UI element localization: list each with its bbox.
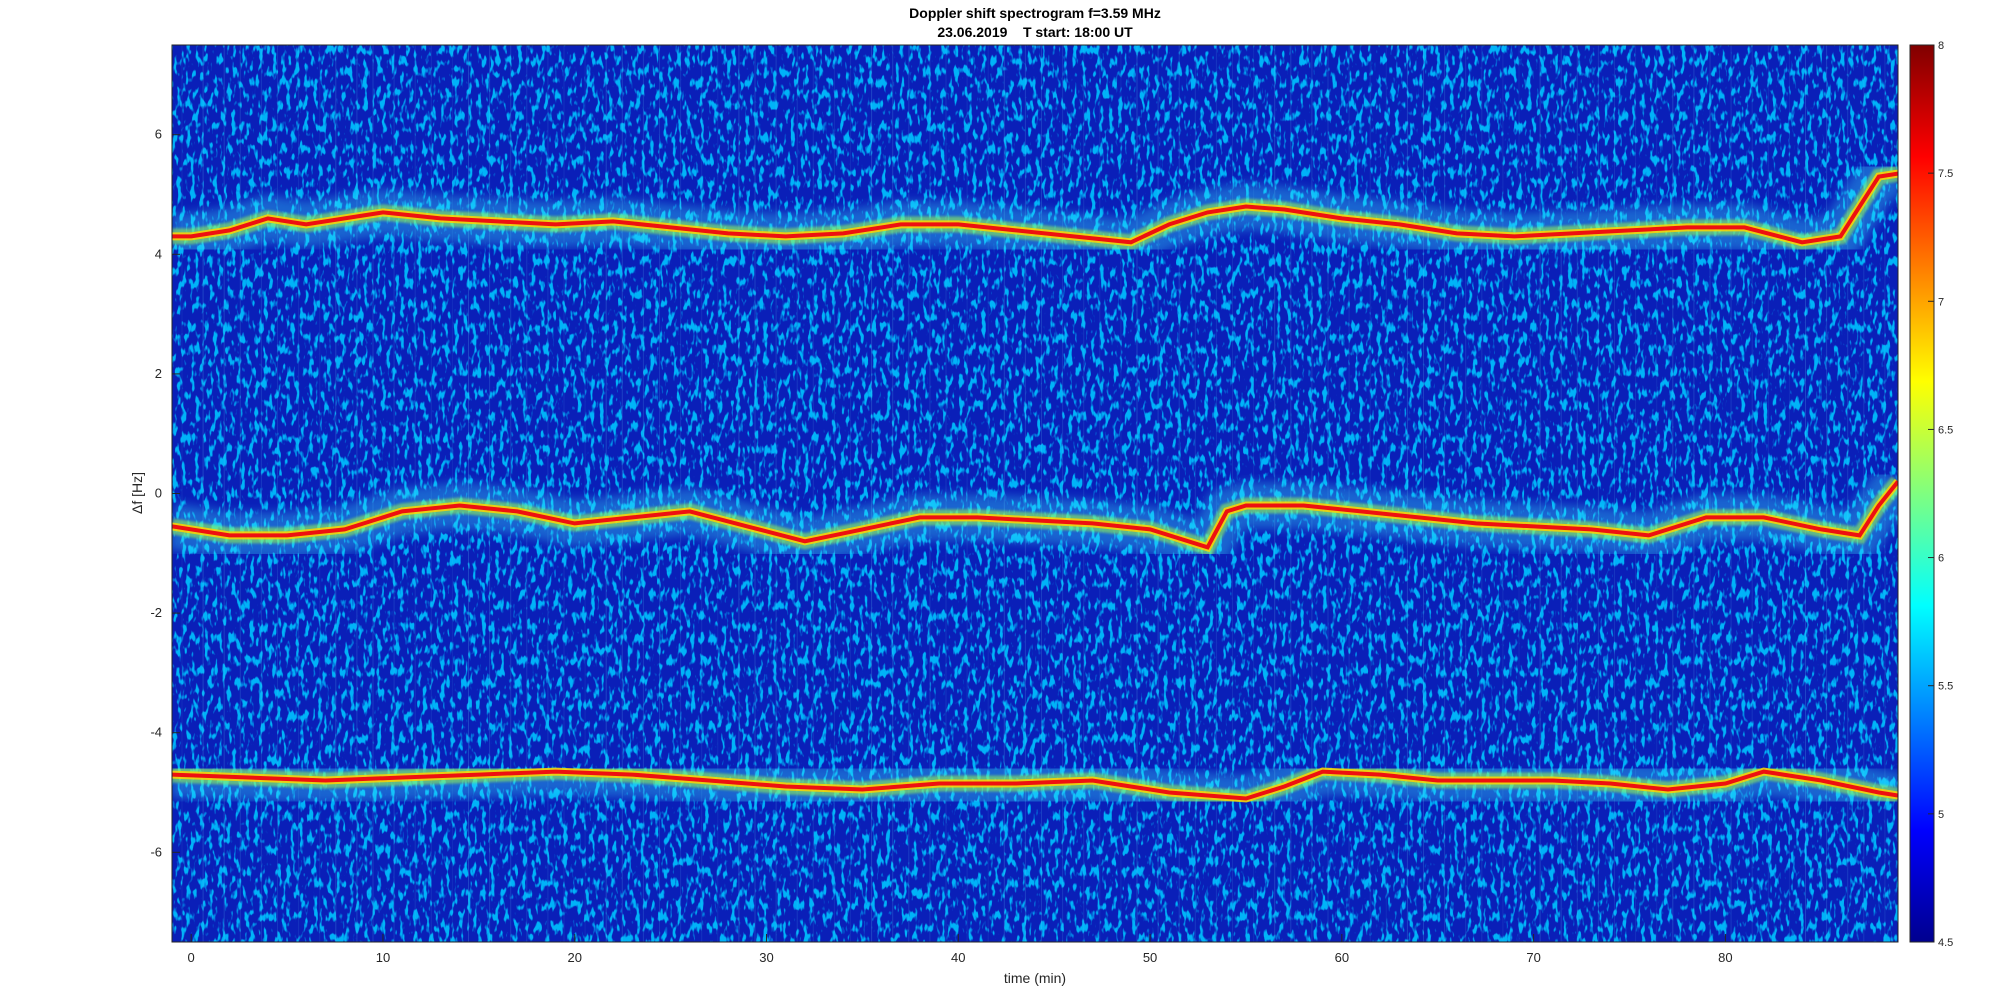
x-tick-label: 20 xyxy=(567,950,581,965)
x-axis-label: time (min) xyxy=(1004,970,1066,986)
colorbar: 4.5 5 5.5 6 6.5 7 7.5 8 xyxy=(1909,40,1953,949)
colorbar-tick-label: 5.5 xyxy=(1938,681,1953,693)
y-tick-label: 0 xyxy=(155,486,162,501)
y-tick-label: -6 xyxy=(150,844,162,859)
colorbar-tick-label: 8 xyxy=(1938,40,1944,52)
x-tick-label: 60 xyxy=(1335,950,1349,965)
y-axis-label: Δf [Hz] xyxy=(129,472,145,514)
colorbar-tick-label: 6 xyxy=(1938,553,1944,565)
x-tick-label: 80 xyxy=(1718,950,1732,965)
spectrogram-figure: Doppler shift spectrogram f=3.59 MHz 23.… xyxy=(129,5,1953,986)
colorbar-tick-label: 7 xyxy=(1938,296,1944,308)
plot-area xyxy=(172,45,1898,942)
y-tick-label: 6 xyxy=(155,127,162,142)
colorbar-tick-label: 4.5 xyxy=(1938,937,1953,949)
x-tick-label: 70 xyxy=(1526,950,1540,965)
colorbar-gradient xyxy=(1909,44,1935,943)
colorbar-tick-label: 7.5 xyxy=(1938,168,1953,180)
chart-title: Doppler shift spectrogram f=3.59 MHz xyxy=(909,5,1161,21)
x-tick-label: 40 xyxy=(951,950,965,965)
y-tick-label: -2 xyxy=(150,605,162,620)
y-tick-label: 4 xyxy=(155,246,162,261)
y-tick-label: -4 xyxy=(150,725,162,740)
x-tick-label: 50 xyxy=(1143,950,1157,965)
y-tick-label: 2 xyxy=(155,366,162,381)
colorbar-tick-label: 6.5 xyxy=(1938,424,1953,436)
colorbar-tick-label: 5 xyxy=(1938,809,1944,821)
x-tick-label: 30 xyxy=(759,950,773,965)
x-tick-label: 10 xyxy=(376,950,390,965)
chart-subtitle: 23.06.2019 T start: 18:00 UT xyxy=(937,24,1133,40)
x-tick-label: 0 xyxy=(188,950,195,965)
